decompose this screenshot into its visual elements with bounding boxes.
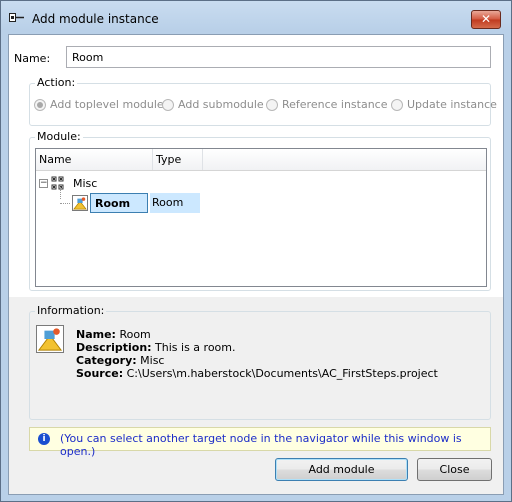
- tree-header: Name Type: [36, 149, 486, 171]
- radio-indicator: [391, 99, 403, 111]
- tree-connector: [60, 203, 70, 204]
- module-group: Module: Name Type − Misc Room Room: [29, 130, 491, 291]
- tree-node-label: Misc: [73, 177, 98, 190]
- dialog-body: Name: Action: Add toplevel module Add su…: [8, 34, 504, 495]
- module-tree[interactable]: Name Type − Misc Room Room: [35, 148, 487, 287]
- room-name-cell[interactable]: Room: [90, 193, 148, 213]
- window-title: Add module instance: [32, 12, 159, 26]
- dialog-window: Add module instance ✕ Name: Action: Add …: [0, 0, 512, 502]
- tree-connector: [60, 187, 61, 199]
- radio-label: Add submodule: [178, 98, 264, 111]
- info-category-value: Misc: [140, 354, 165, 367]
- radio-label: Reference instance: [282, 98, 388, 111]
- name-label: Name:: [14, 52, 51, 65]
- radio-label: Update instance: [407, 98, 497, 111]
- action-radio-row: Add toplevel module Add submodule Refere…: [34, 97, 497, 113]
- info-name-line: Name: Room: [76, 328, 151, 341]
- info-description-key: Description:: [76, 341, 152, 354]
- module-icon: [9, 13, 24, 22]
- info-source-line: Source: C:\Users\m.haberstock\Documents\…: [76, 367, 438, 380]
- room-type-cell[interactable]: Room: [150, 193, 200, 213]
- info-source-key: Source:: [76, 367, 124, 380]
- module-folder-icon: [51, 176, 64, 190]
- info-name-value: Room: [119, 328, 151, 341]
- radio-indicator: [34, 99, 46, 111]
- info-category-key: Category:: [76, 354, 137, 367]
- information-group-label: Information:: [35, 304, 107, 317]
- info-icon: i: [38, 433, 50, 445]
- room-module-icon: [72, 195, 88, 211]
- radio-label: Add toplevel module: [50, 98, 164, 111]
- collapse-icon[interactable]: −: [39, 179, 48, 188]
- module-group-label: Module:: [35, 130, 83, 143]
- info-category-line: Category: Misc: [76, 354, 164, 367]
- module-large-icon: [36, 325, 64, 353]
- name-input[interactable]: [66, 46, 491, 68]
- info-description-line: Description: This is a room.: [76, 341, 236, 354]
- upper-panel: Name: Action: Add toplevel module Add su…: [9, 35, 503, 297]
- tree-node-misc[interactable]: − Misc: [36, 176, 236, 192]
- radio-indicator: [162, 99, 174, 111]
- info-name-key: Name:: [76, 328, 116, 341]
- action-group-label: Action:: [35, 76, 78, 89]
- radio-indicator: [266, 99, 278, 111]
- add-module-button[interactable]: Add module: [275, 458, 408, 481]
- info-source-value: C:\Users\m.haberstock\Documents\AC_First…: [126, 367, 438, 380]
- close-button[interactable]: Close: [417, 458, 492, 481]
- hint-text: (You can select another target node in t…: [60, 432, 462, 458]
- title-bar[interactable]: Add module instance ✕: [1, 1, 511, 35]
- tree-item-room[interactable]: Room Room: [36, 187, 236, 213]
- column-header-name[interactable]: Name: [36, 149, 153, 170]
- column-header-type[interactable]: Type: [153, 149, 203, 170]
- info-description-value: This is a room.: [155, 341, 236, 354]
- window-close-button[interactable]: ✕: [471, 10, 501, 29]
- action-group: Action: Add toplevel module Add submodul…: [29, 76, 497, 126]
- hint-bar: i (You can select another target node in…: [29, 427, 491, 458]
- information-group: Information: Name: Room Description: Thi…: [29, 304, 491, 420]
